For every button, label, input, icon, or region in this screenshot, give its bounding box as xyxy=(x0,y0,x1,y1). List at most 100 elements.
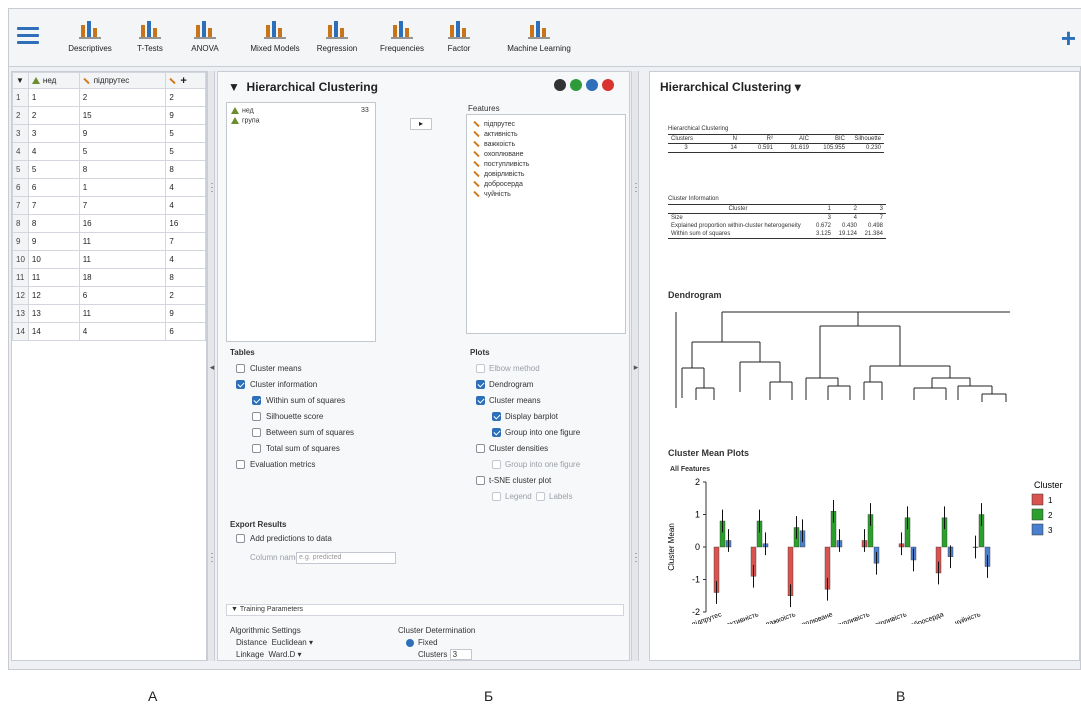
toolbar-button-5[interactable]: Frequencies xyxy=(373,17,431,63)
table-cell[interactable]: 6 xyxy=(12,178,29,197)
table-cell[interactable]: 2 xyxy=(165,286,206,305)
duplicate-icon[interactable] xyxy=(570,79,582,91)
table-cell[interactable]: 1 xyxy=(12,88,29,107)
table-cell[interactable]: 12 xyxy=(27,286,80,305)
plot-option-checkbox[interactable] xyxy=(492,412,501,421)
table-cell[interactable]: 15 xyxy=(78,106,167,125)
table-cell[interactable]: 16 xyxy=(78,214,167,233)
table-cell[interactable]: 6 xyxy=(27,178,80,197)
table-option-checkbox[interactable] xyxy=(236,364,245,373)
table-cell[interactable]: 8 xyxy=(12,214,29,233)
table-cell[interactable]: 4 xyxy=(165,196,206,215)
table-cell[interactable]: 5 xyxy=(12,160,29,179)
table-cell[interactable]: 11 xyxy=(12,268,29,287)
table-cell[interactable]: 10 xyxy=(27,250,80,269)
table-cell[interactable]: 7 xyxy=(78,196,167,215)
table-cell[interactable]: 8 xyxy=(165,160,206,179)
table-cell[interactable]: 5 xyxy=(78,142,167,161)
menu-icon[interactable] xyxy=(17,27,39,45)
table-option-checkbox[interactable] xyxy=(252,396,261,405)
toolbar-button-1[interactable]: T-Tests xyxy=(127,17,173,63)
feature-item[interactable]: довірливість xyxy=(473,170,525,178)
feature-item[interactable]: важкоість xyxy=(473,140,515,148)
training-parameters-header[interactable]: ▼ Training Parameters xyxy=(226,604,624,616)
table-cell[interactable]: 7 xyxy=(27,196,80,215)
plot-option-checkbox[interactable] xyxy=(476,444,485,453)
toolbar-button-2[interactable]: ANOVA xyxy=(187,17,223,63)
splitter-a[interactable]: · · · ◂ · · · xyxy=(207,71,215,661)
source-variables-list[interactable]: нед група 33 xyxy=(226,102,376,342)
toolbar-button-4[interactable]: Regression xyxy=(311,17,363,63)
table-cell[interactable]: 5 xyxy=(165,142,206,161)
table-cell[interactable]: 13 xyxy=(12,304,29,323)
plot-option-checkbox[interactable] xyxy=(492,428,501,437)
table-cell[interactable]: 11 xyxy=(78,304,167,323)
table-cell[interactable]: 13 xyxy=(27,304,80,323)
features-list[interactable]: підпрутес активність важкоість охоплюване по… xyxy=(466,114,626,334)
table-cell[interactable]: 14 xyxy=(12,322,29,341)
table-cell[interactable]: 6 xyxy=(165,322,206,341)
table-cell[interactable]: 4 xyxy=(12,142,29,161)
clusters-row[interactable]: Clusters 3 xyxy=(418,649,473,660)
add-module-icon[interactable]: + xyxy=(1061,23,1076,54)
close-icon[interactable] xyxy=(602,79,614,91)
feature-item[interactable]: підпрутес xyxy=(473,120,515,128)
grid-filter-icon[interactable]: ▼ xyxy=(12,72,29,89)
linkage-row[interactable]: Linkage Ward.D ▾ xyxy=(236,650,302,659)
plot-option-checkbox[interactable] xyxy=(492,460,501,469)
table-cell[interactable]: 7 xyxy=(12,196,29,215)
plot-option-checkbox[interactable] xyxy=(492,492,501,501)
grid-add-column[interactable]: + xyxy=(165,72,206,89)
table-cell[interactable]: 11 xyxy=(27,268,80,287)
table-cell[interactable]: 9 xyxy=(165,304,206,323)
table-cell[interactable]: 1 xyxy=(78,178,167,197)
table-cell[interactable]: 12 xyxy=(12,286,29,305)
move-to-features-button[interactable]: ▸ xyxy=(410,118,432,130)
column-name-input[interactable]: e.g. predicted xyxy=(296,552,396,564)
table-cell[interactable]: 11 xyxy=(78,232,167,251)
splitter-b[interactable]: · · · ▸ · · · xyxy=(631,71,639,661)
table-cell[interactable]: 5 xyxy=(165,124,206,143)
table-cell[interactable]: 5 xyxy=(27,160,80,179)
table-option-checkbox[interactable] xyxy=(236,460,245,469)
plot-option-checkbox[interactable] xyxy=(536,492,545,501)
fixed-radio[interactable]: Fixed xyxy=(406,638,438,647)
table-cell[interactable]: 1 xyxy=(27,88,80,107)
table-cell[interactable]: 2 xyxy=(12,106,29,125)
plot-option-checkbox[interactable] xyxy=(476,380,485,389)
add-predictions-checkbox[interactable] xyxy=(236,534,245,543)
table-cell[interactable]: 9 xyxy=(165,106,206,125)
grid-column-header[interactable]: підпрутес xyxy=(78,72,167,89)
table-cell[interactable]: 7 xyxy=(165,232,206,251)
table-cell[interactable]: 2 xyxy=(78,88,167,107)
table-cell[interactable]: 8 xyxy=(165,268,206,287)
table-cell[interactable]: 4 xyxy=(78,322,167,341)
table-cell[interactable]: 2 xyxy=(165,88,206,107)
table-cell[interactable]: 4 xyxy=(165,178,206,197)
grid-column-header[interactable]: нед xyxy=(27,72,80,89)
toolbar-button-3[interactable]: Mixed Models xyxy=(247,17,303,63)
table-cell[interactable]: 10 xyxy=(12,250,29,269)
feature-item[interactable]: активність xyxy=(473,130,518,138)
results-title[interactable]: Hierarchical Clustering ▾ xyxy=(660,80,801,94)
toolbar-button-7[interactable]: Machine Learning xyxy=(503,17,575,63)
table-option-checkbox[interactable] xyxy=(236,380,245,389)
feature-item[interactable]: поступливість xyxy=(473,160,529,168)
feature-item[interactable]: охоплюване xyxy=(473,150,524,158)
table-option-checkbox[interactable] xyxy=(252,428,261,437)
edit-title-icon[interactable] xyxy=(554,79,566,91)
feature-item[interactable]: чуйність xyxy=(473,190,511,198)
plot-option-checkbox[interactable] xyxy=(476,364,485,373)
analysis-title[interactable]: ▼ Hierarchical Clustering xyxy=(228,80,378,94)
table-cell[interactable]: 8 xyxy=(78,160,167,179)
table-cell[interactable]: 3 xyxy=(27,124,80,143)
toolbar-button-0[interactable]: Descriptives xyxy=(67,17,113,63)
table-cell[interactable]: 14 xyxy=(27,322,80,341)
table-cell[interactable]: 4 xyxy=(27,142,80,161)
table-cell[interactable]: 18 xyxy=(78,268,167,287)
plot-option-checkbox[interactable] xyxy=(476,396,485,405)
toolbar-button-6[interactable]: Factor xyxy=(441,17,477,63)
distance-row[interactable]: Distance Euclidean ▾ xyxy=(236,638,313,647)
table-cell[interactable]: 11 xyxy=(78,250,167,269)
info-icon[interactable] xyxy=(586,79,598,91)
